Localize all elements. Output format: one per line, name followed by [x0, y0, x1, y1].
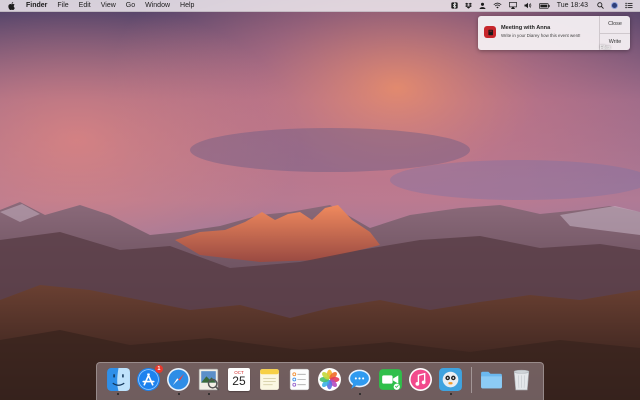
dock-app-store[interactable]: 1: [136, 365, 163, 395]
notification-close-button[interactable]: Close: [600, 16, 630, 33]
dock-itunes[interactable]: [408, 367, 433, 395]
notification-content[interactable]: Meeting with Anna Write in your Diarey h…: [478, 16, 599, 50]
app-store-badge: 1: [154, 365, 163, 373]
notification-body: Write in your Diarey how this event went…: [501, 33, 581, 38]
finder-icon: [106, 368, 130, 391]
menu-edit[interactable]: Edit: [79, 0, 91, 11]
desktop-wallpaper: [0, 0, 640, 400]
dock-finder[interactable]: [106, 367, 131, 395]
running-indicator: [358, 393, 361, 395]
dock-separator: [470, 367, 472, 393]
bluetooth-icon[interactable]: [451, 0, 458, 11]
menu-window[interactable]: Window: [145, 0, 170, 11]
running-indicator: [449, 393, 452, 395]
apple-menu-icon[interactable]: [8, 1, 18, 10]
running-indicator: [207, 393, 210, 395]
messages-icon: [348, 369, 371, 389]
status-area: Tue 18:43: [451, 0, 640, 11]
facetime-icon: [378, 369, 402, 390]
volume-icon[interactable]: [524, 0, 532, 11]
menu-go[interactable]: Go: [126, 0, 135, 11]
safari-icon: [167, 368, 191, 391]
dropbox-icon[interactable]: [464, 0, 472, 11]
menu-app-name[interactable]: Finder: [26, 0, 47, 11]
folder-icon: [481, 371, 503, 389]
tweetbot-icon: [439, 368, 462, 391]
running-indicator: [177, 393, 180, 395]
dock: 1 OCT 25: [96, 362, 544, 400]
itunes-icon: [408, 368, 432, 391]
dock-reminders[interactable]: [287, 367, 312, 395]
desktop-files-label[interactable]: Files: [600, 45, 611, 51]
dock-preview[interactable]: [196, 367, 221, 395]
photos-icon: [318, 368, 342, 391]
notes-icon: [259, 369, 279, 390]
calendar-icon: OCT 25: [227, 368, 250, 391]
dock-calendar[interactable]: OCT 25: [226, 367, 251, 395]
wifi-icon[interactable]: [493, 0, 502, 11]
siri-icon[interactable]: [611, 0, 618, 11]
preview-icon: [199, 368, 220, 391]
notification-title: Meeting with Anna: [501, 25, 551, 31]
menu-file[interactable]: File: [57, 0, 68, 11]
dock-facetime[interactable]: [377, 367, 402, 395]
dock-photos[interactable]: [317, 367, 342, 395]
calendar-day: 25: [232, 374, 246, 388]
dock-safari[interactable]: [166, 367, 191, 395]
menu-bar: Finder File Edit View Go Window Help Tue…: [0, 0, 640, 12]
menubar-clock[interactable]: Tue 18:43: [557, 0, 588, 11]
battery-icon[interactable]: [538, 0, 550, 11]
menu-view[interactable]: View: [101, 0, 116, 11]
menu-help[interactable]: Help: [180, 0, 194, 11]
running-indicator: [117, 393, 120, 395]
search-icon[interactable]: [597, 0, 604, 11]
notification-center-icon[interactable]: [625, 0, 633, 11]
dock-messages[interactable]: [347, 367, 372, 395]
dock-folder[interactable]: [479, 367, 504, 395]
trash-icon: [514, 369, 530, 391]
dock-tweetbot[interactable]: [438, 367, 463, 395]
dock-notes[interactable]: [257, 367, 282, 395]
user-icon[interactable]: [479, 0, 486, 11]
diary-app-icon: [484, 26, 496, 38]
airplay-icon[interactable]: [508, 0, 517, 11]
reminders-icon: [289, 368, 310, 391]
dock-trash[interactable]: [509, 367, 534, 395]
